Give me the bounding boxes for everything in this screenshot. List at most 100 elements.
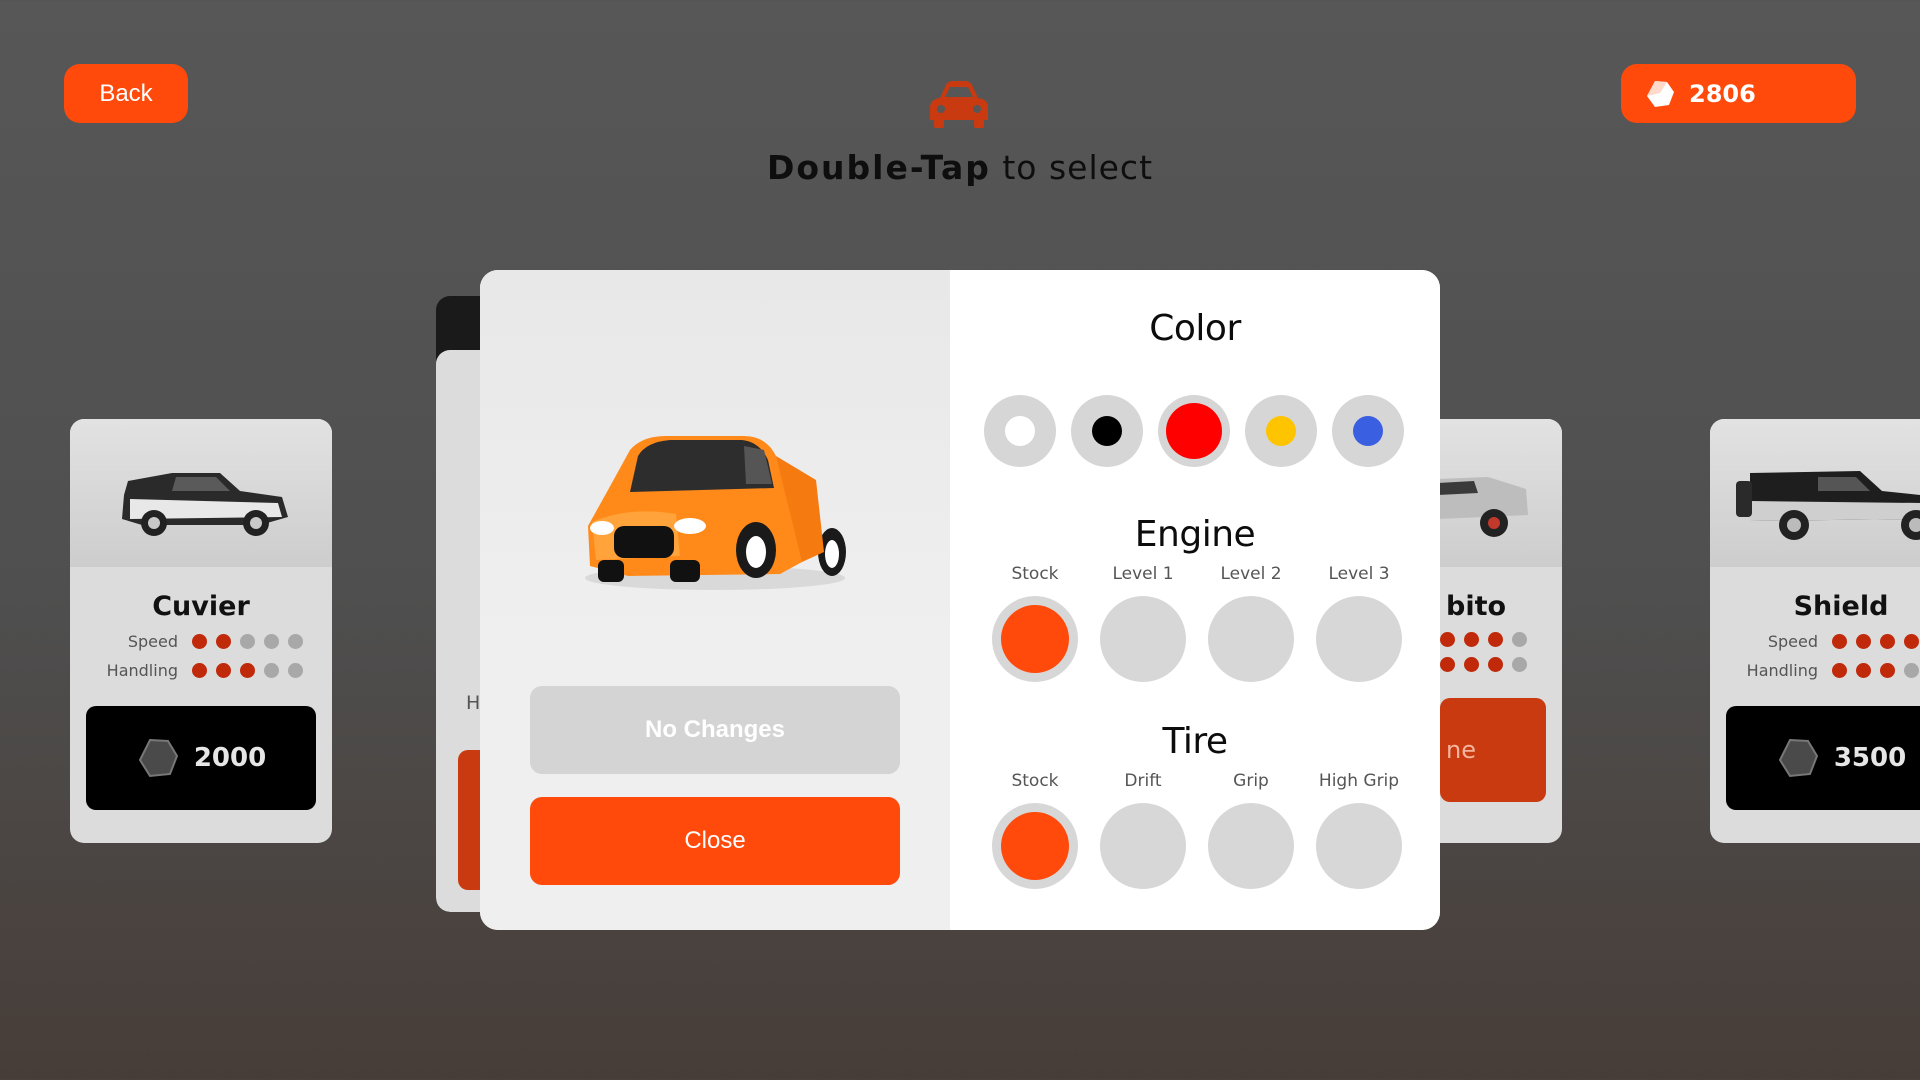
stat-dot: [1880, 663, 1895, 678]
tire-option-labels: Stock Drift Grip High Grip: [981, 771, 1413, 791]
gem-icon: [138, 738, 178, 778]
car-card-shield[interactable]: Shield Speed Handling 3500: [1710, 419, 1920, 843]
engine-option-level1[interactable]: [1100, 596, 1186, 682]
car-thumbnail: [70, 419, 332, 567]
selected-indicator: [1001, 605, 1069, 673]
stat-dot: [1488, 632, 1503, 647]
price-label: 2000: [193, 743, 267, 773]
color-swatch-yellow[interactable]: [1245, 395, 1317, 467]
speed-label: Speed: [127, 632, 178, 651]
close-button[interactable]: Close: [530, 797, 900, 885]
color-swatch-red[interactable]: [1158, 395, 1230, 467]
speed-stat: Speed: [70, 632, 332, 651]
customize-dialog: No Changes Close Color Engine Stock Leve…: [480, 270, 1440, 930]
engine-label-stock: Stock: [1011, 564, 1059, 584]
engine-options: [992, 596, 1402, 682]
stat-dot: [288, 634, 303, 649]
stat-dot: [264, 634, 279, 649]
tire-options: [992, 803, 1402, 889]
swatch-fill: [1005, 416, 1035, 446]
tire-option-drift[interactable]: [1100, 803, 1186, 889]
stat-dot: [192, 663, 207, 678]
tire-option-high-grip[interactable]: [1316, 803, 1402, 889]
color-swatches: [984, 395, 1404, 467]
tire-label-stock: Stock: [1011, 771, 1059, 791]
stat-dot: [1440, 657, 1455, 672]
gem-icon: [1778, 738, 1818, 778]
stat-dot: [264, 663, 279, 678]
stat-dot: [1464, 657, 1479, 672]
stat-dot: [1904, 663, 1919, 678]
engine-option-stock[interactable]: [992, 596, 1078, 682]
stat-dot: [1512, 632, 1527, 647]
stat-dot: [192, 634, 207, 649]
buy-button[interactable]: 2000: [86, 706, 316, 810]
engine-option-labels: Stock Level 1 Level 2 Level 3: [981, 564, 1413, 584]
car-image: [1736, 471, 1920, 540]
handling-label: Handling: [106, 661, 178, 680]
tire-title: Tire: [1162, 721, 1228, 762]
swatch-fill: [1266, 416, 1296, 446]
color-swatch-black[interactable]: [1071, 395, 1143, 467]
back-button[interactable]: Back: [64, 64, 188, 123]
stat-dot: [1440, 632, 1455, 647]
hint-text: Double-Tap to select: [766, 148, 1154, 187]
stat-dot: [1488, 657, 1503, 672]
selected-indicator: [1001, 812, 1069, 880]
engine-label-level1: Level 1: [1112, 564, 1174, 584]
stat-dot: [288, 663, 303, 678]
coin-count: 2806: [1689, 79, 1756, 108]
stat-dot: [1856, 663, 1871, 678]
color-swatch-blue[interactable]: [1332, 395, 1404, 467]
car-thumbnail: [1710, 419, 1920, 567]
car-card-cuvier[interactable]: Cuvier Speed Handling 2000: [70, 419, 332, 843]
speed-label: Speed: [1767, 632, 1818, 651]
car-preview-image: [585, 436, 846, 590]
tire-option-grip[interactable]: [1208, 803, 1294, 889]
stat-dot: [1904, 634, 1919, 649]
select-button[interactable]: ne: [1440, 698, 1546, 802]
engine-label-level3: Level 3: [1328, 564, 1390, 584]
swatch-fill: [1166, 403, 1222, 459]
car-image: [122, 473, 288, 536]
price-label: 3500: [1833, 743, 1907, 773]
handling-label: Handling: [1746, 661, 1818, 680]
swatch-fill: [1353, 416, 1383, 446]
tire-label-high-grip: High Grip: [1318, 771, 1400, 791]
coin-balance: 2806: [1621, 64, 1856, 123]
engine-option-level3[interactable]: [1316, 596, 1402, 682]
stat-dot: [216, 634, 231, 649]
color-swatch-white[interactable]: [984, 395, 1056, 467]
stat-dot: [1880, 634, 1895, 649]
swatch-fill: [1092, 416, 1122, 446]
stat-dot: [216, 663, 231, 678]
stat-dot: [1512, 657, 1527, 672]
select-button-label: ne: [1446, 736, 1476, 764]
handling-stat: Handling: [1710, 661, 1920, 680]
tire-label-grip: Grip: [1233, 771, 1269, 791]
preview-pane: No Changes Close: [480, 270, 950, 930]
stat-dot: [1464, 632, 1479, 647]
car-icon: [930, 81, 988, 128]
stat-dot: [1856, 634, 1871, 649]
car-name: Cuvier: [152, 591, 250, 622]
no-changes-button[interactable]: No Changes: [530, 686, 900, 774]
speed-stat: Speed: [1710, 632, 1920, 651]
stat-dot: [1832, 663, 1847, 678]
stat-dot: [1832, 634, 1847, 649]
stat-dot: [240, 663, 255, 678]
engine-option-level2[interactable]: [1208, 596, 1294, 682]
buy-button[interactable]: 3500: [1726, 706, 1920, 810]
engine-label-level2: Level 2: [1220, 564, 1282, 584]
options-pane: Color Engine Stock Level 1 Level 2 Level…: [950, 270, 1440, 930]
color-title: Color: [1149, 308, 1241, 349]
stat-dot: [240, 634, 255, 649]
handling-stat: Handling: [70, 661, 332, 680]
engine-title: Engine: [1134, 514, 1256, 555]
gem-icon: [1647, 80, 1674, 107]
car-preview: [480, 270, 950, 638]
tire-option-stock[interactable]: [992, 803, 1078, 889]
card-label: H: [466, 692, 481, 714]
car-name: Shield: [1793, 591, 1889, 622]
tire-label-drift: Drift: [1124, 771, 1162, 791]
